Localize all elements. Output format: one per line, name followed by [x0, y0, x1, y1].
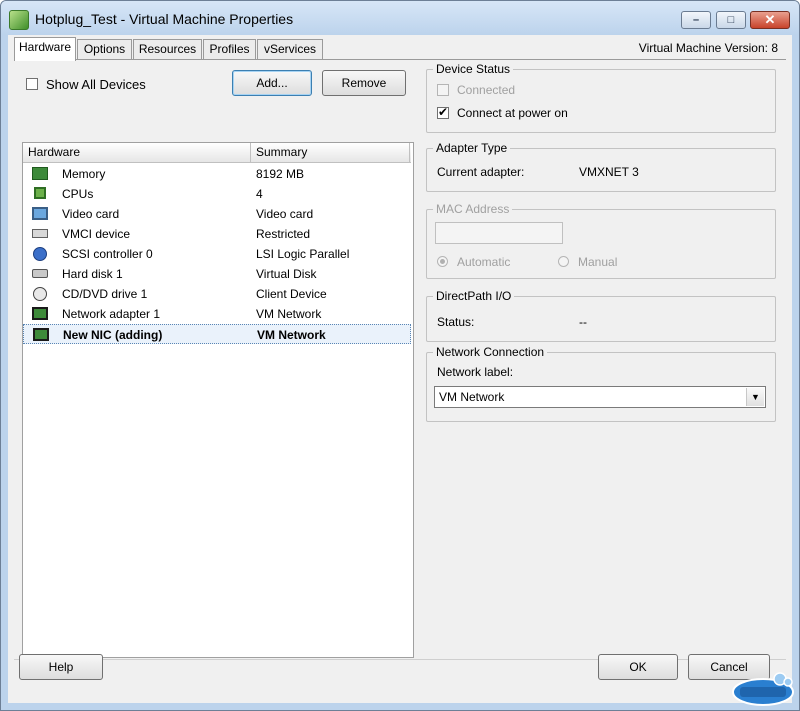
tab-vservices[interactable]: vServices: [257, 39, 323, 59]
column-divider[interactable]: [250, 143, 251, 162]
mac-automatic-label[interactable]: Automatic: [457, 255, 510, 269]
device-row-scsi-controller-0[interactable]: SCSI controller 0 LSI Logic Parallel: [23, 244, 411, 264]
monitor-icon: [32, 207, 48, 220]
device-row-memory[interactable]: Memory 8192 MB: [23, 164, 411, 184]
hardware-tab-page: Show All Devices Add... Remove Hardware …: [14, 59, 786, 658]
device-row-video-card[interactable]: Video card Video card: [23, 204, 411, 224]
directpath-io-group: DirectPath I/O Status: --: [426, 289, 776, 342]
properties-window: Hotplug_Test - Virtual Machine Propertie…: [0, 0, 800, 711]
scsi-controller-icon: [33, 247, 47, 261]
connect-at-power-on-checkbox[interactable]: [437, 105, 449, 119]
device-name: Video card: [62, 207, 120, 221]
device-name: CPUs: [62, 187, 94, 201]
network-label-select[interactable]: VM Network ▼: [434, 386, 766, 408]
site-watermark-logo: [732, 672, 794, 706]
device-summary: VM Network: [257, 328, 326, 342]
current-adapter-label: Current adapter:: [437, 165, 525, 179]
tab-options[interactable]: Options: [77, 39, 132, 59]
device-name: Network adapter 1: [62, 307, 161, 321]
maximize-button[interactable]: □: [716, 11, 746, 29]
device-name: VMCI device: [62, 227, 131, 241]
mac-address-group: MAC Address Automatic Manual: [426, 202, 776, 279]
directpath-status-label: Status:: [437, 315, 475, 329]
close-button[interactable]: ✕: [750, 11, 790, 29]
tab-profiles[interactable]: Profiles: [203, 39, 256, 59]
directpath-io-title: DirectPath I/O: [433, 289, 515, 303]
minimize-icon: –: [692, 14, 700, 26]
tab-resources[interactable]: Resources: [133, 39, 202, 59]
current-adapter-value: VMXNET 3: [579, 165, 639, 179]
memory-icon: [32, 167, 48, 180]
hardware-device-list[interactable]: Hardware Summary Memory 8192 MB CPUs 4 V…: [22, 142, 414, 658]
device-summary: 4: [256, 187, 263, 201]
network-adapter-icon: [32, 307, 48, 320]
device-row-vmci-device[interactable]: VMCI device Restricted: [23, 224, 411, 244]
network-label-caption: Network label:: [437, 365, 514, 379]
network-connection-title: Network Connection: [433, 345, 548, 359]
dialog-client-area: Hardware Options Resources Profiles vSer…: [8, 35, 792, 703]
minimize-button[interactable]: –: [681, 11, 711, 29]
help-button[interactable]: Help: [19, 654, 103, 680]
maximize-icon: □: [727, 14, 735, 26]
vm-version-label: Virtual Machine Version: 8: [638, 41, 778, 55]
add-device-button[interactable]: Add...: [232, 70, 312, 96]
vmci-icon: [32, 229, 48, 238]
device-row-cd-dvd-drive-1[interactable]: CD/DVD drive 1 Client Device: [23, 284, 411, 304]
device-summary: Client Device: [256, 287, 327, 301]
close-icon: ✕: [764, 12, 776, 27]
hard-disk-icon: [32, 269, 48, 278]
mac-manual-radio[interactable]: [558, 256, 569, 267]
network-adapter-icon: [33, 328, 49, 341]
mac-address-title: MAC Address: [433, 202, 513, 216]
list-header: Hardware Summary: [23, 143, 411, 163]
vm-properties-icon: [9, 10, 29, 30]
device-summary: Video card: [256, 207, 314, 221]
connect-at-power-on-label[interactable]: Connect at power on: [457, 106, 568, 120]
adapter-type-title: Adapter Type: [433, 141, 511, 155]
directpath-status-value: --: [579, 315, 587, 329]
device-row-hard-disk-1[interactable]: Hard disk 1 Virtual Disk: [23, 264, 411, 284]
cpu-icon: [34, 187, 46, 199]
ok-button[interactable]: OK: [598, 654, 678, 680]
mac-automatic-radio[interactable]: [437, 256, 448, 267]
show-all-devices-label[interactable]: Show All Devices: [46, 77, 146, 92]
adapter-type-group: Adapter Type Current adapter: VMXNET 3: [426, 141, 776, 192]
device-name: SCSI controller 0: [62, 247, 153, 261]
device-status-title: Device Status: [433, 62, 514, 76]
remove-device-button[interactable]: Remove: [322, 70, 406, 96]
show-all-devices-checkbox[interactable]: [26, 78, 38, 90]
connected-label: Connected: [457, 83, 516, 97]
device-name: New NIC (adding): [63, 328, 163, 342]
device-row-network-adapter-1[interactable]: Network adapter 1 VM Network: [23, 304, 411, 324]
window-title: Hotplug_Test - Virtual Machine Propertie…: [35, 11, 294, 27]
device-row-cpus[interactable]: CPUs 4: [23, 184, 411, 204]
column-header-hardware[interactable]: Hardware: [28, 145, 80, 159]
column-header-summary[interactable]: Summary: [256, 145, 307, 159]
dropdown-arrow-icon[interactable]: ▼: [746, 388, 764, 406]
device-summary: LSI Logic Parallel: [256, 247, 350, 261]
device-name: CD/DVD drive 1: [62, 287, 148, 301]
network-label-value: VM Network: [439, 390, 505, 404]
device-summary: Virtual Disk: [256, 267, 317, 281]
device-summary: VM Network: [256, 307, 322, 321]
tab-hardware[interactable]: Hardware: [14, 37, 76, 61]
device-name: Hard disk 1: [62, 267, 123, 281]
device-summary: 8192 MB: [256, 167, 305, 181]
device-status-group: Device Status Connected Connect at power…: [426, 62, 776, 133]
title-bar[interactable]: Hotplug_Test - Virtual Machine Propertie…: [1, 1, 799, 35]
device-summary: Restricted: [256, 227, 311, 241]
cd-dvd-icon: [33, 287, 47, 301]
device-row-new-nic[interactable]: New NIC (adding) VM Network: [23, 324, 411, 344]
connected-checkbox[interactable]: [437, 84, 449, 96]
device-name: Memory: [62, 167, 106, 181]
mac-manual-label[interactable]: Manual: [578, 255, 617, 269]
column-divider[interactable]: [409, 143, 410, 162]
mac-address-field[interactable]: [435, 222, 563, 244]
network-connection-group: Network Connection Network label: VM Net…: [426, 345, 776, 422]
